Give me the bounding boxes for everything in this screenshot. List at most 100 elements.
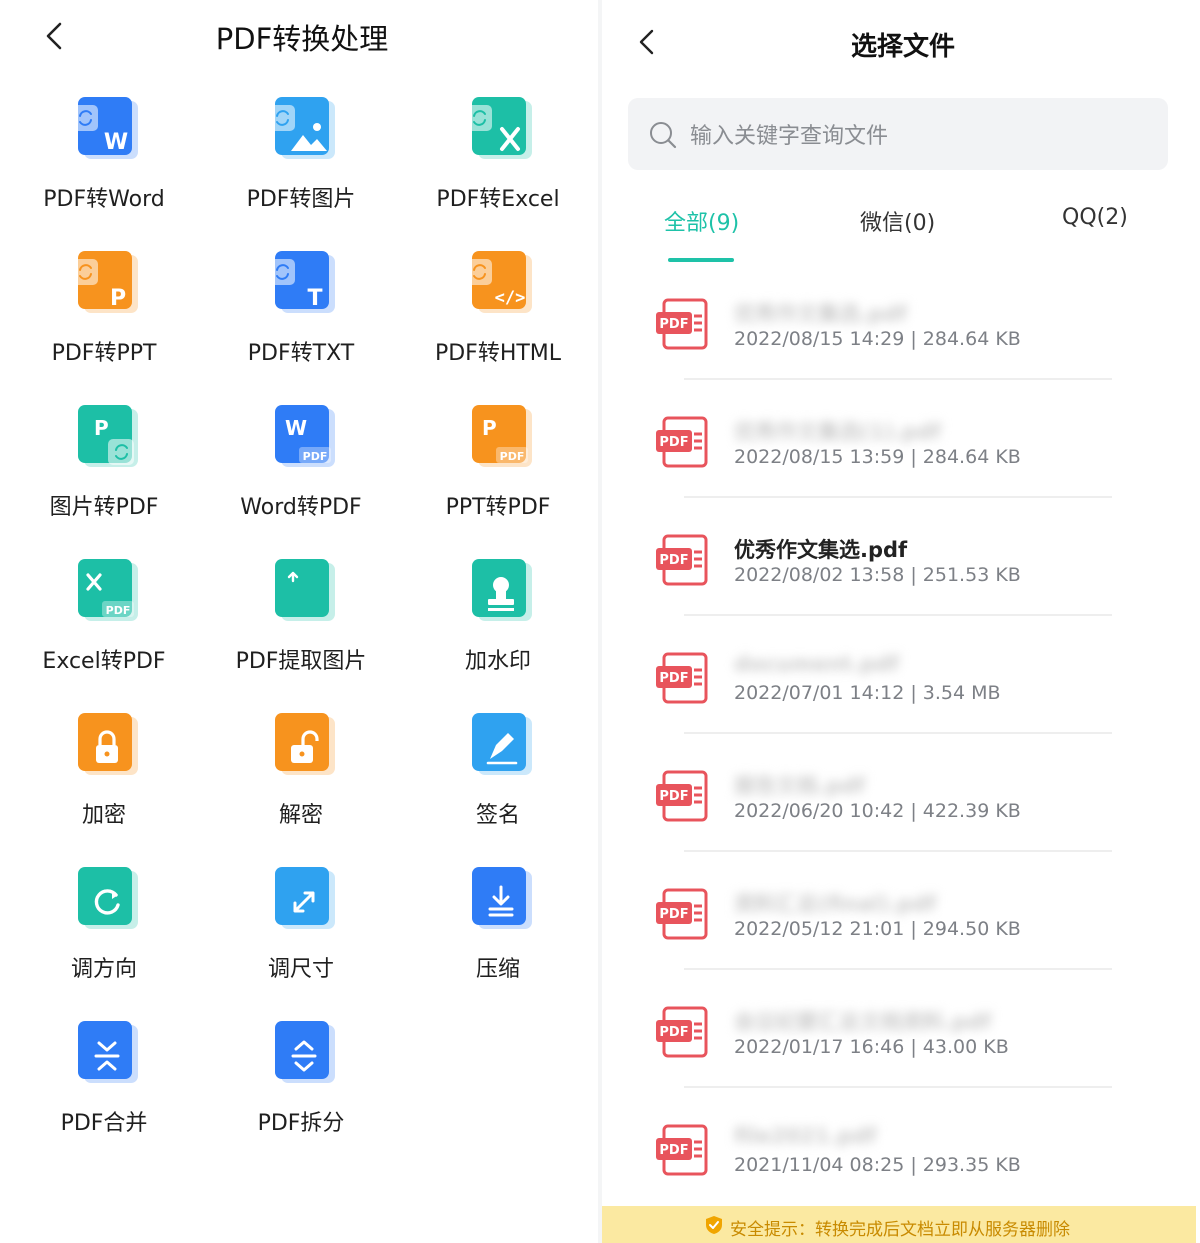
tool-word-to-pdf[interactable]: W PDF Word转PDF	[203, 403, 399, 553]
file-row[interactable]: PDF 优秀作文集选.pdf 2022/08/02 13:58 | 251.53…	[602, 516, 1200, 634]
search-placeholder: 输入关键字查询文件	[690, 124, 889, 149]
tool-rotate[interactable]: 调方向	[6, 865, 202, 1015]
security-notice: 安全提示：转换完成后文档立即从服务器删除	[602, 1206, 1196, 1243]
tool-lock[interactable]: 加密	[6, 711, 202, 861]
tool-pdf-to-html[interactable]: </> PDF转HTML	[400, 249, 596, 399]
meta-separator: |	[904, 328, 923, 350]
tab-qq[interactable]: QQ(2)	[1062, 205, 1128, 230]
tool-compress[interactable]: 压缩	[400, 865, 596, 1015]
shield-check-icon	[706, 1216, 722, 1234]
file-size: 251.53 KB	[922, 564, 1021, 586]
file-row[interactable]: PDF 资料汇总(final).pdf 2022/05/12 21:01 | 2…	[602, 870, 1200, 988]
tool-label: Excel转PDF	[42, 649, 166, 674]
file-select-panel: 选择文件 输入关键字查询文件 全部(9) 微信(0) QQ(2) PDF 优秀作…	[602, 0, 1200, 1243]
excel-to-pdf-icon: PDF	[72, 557, 142, 627]
page-title: 选择文件	[850, 32, 955, 62]
file-name: 优秀作文集选.pdf	[734, 302, 908, 326]
active-tab-indicator	[668, 258, 734, 262]
pdf-file-icon: PDF	[656, 1004, 712, 1060]
file-date: 2022/07/01 14:12	[734, 682, 905, 704]
resize-icon	[269, 865, 339, 935]
svg-text:PDF: PDF	[659, 789, 688, 804]
file-name: 资料汇总(final).pdf	[734, 892, 937, 916]
tool-pdf-to-word[interactable]: W PDF转Word	[6, 95, 202, 245]
file-row[interactable]: PDF 优秀作文集选(1).pdf 2022/08/15 13:59 | 284…	[602, 398, 1200, 516]
file-date: 2022/05/12 21:01	[734, 918, 905, 940]
tool-pdf-to-ppt[interactable]: P PDF转PPT	[6, 249, 202, 399]
pdf-file-icon: PDF	[656, 768, 712, 824]
tool-label: PDF转Excel	[436, 187, 560, 212]
tool-pdf-to-txt[interactable]: T PDF转TXT	[203, 249, 399, 399]
tool-pdf-to-excel[interactable]: PDF转Excel	[400, 95, 596, 245]
tool-label: 解密	[278, 803, 323, 828]
file-meta: 2022/07/01 14:12 | 3.54 MB	[734, 682, 1001, 704]
tool-split[interactable]: PDF拆分	[203, 1019, 399, 1169]
tool-extract-image[interactable]: PDF提取图片	[203, 557, 399, 707]
meta-separator: |	[904, 564, 923, 586]
tool-watermark[interactable]: 加水印	[400, 557, 596, 707]
tool-label: 签名	[475, 803, 520, 828]
pdf-file-icon: PDF	[656, 532, 712, 588]
file-meta: 2022/05/12 21:01 | 294.50 KB	[734, 918, 1021, 940]
tool-signature-pen[interactable]: 签名	[400, 711, 596, 861]
tool-label: PDF转TXT	[247, 341, 355, 366]
tool-label: PDF合并	[60, 1111, 148, 1136]
file-row[interactable]: PDF 报告文档.pdf 2022/06/20 10:42 | 422.39 K…	[602, 752, 1200, 870]
file-date: 2022/08/15 14:29	[734, 328, 905, 350]
file-size: 284.64 KB	[922, 446, 1021, 468]
svg-text:PDF: PDF	[659, 1025, 688, 1040]
svg-text:PDF: PDF	[659, 1143, 688, 1158]
meta-separator: |	[904, 800, 923, 822]
tool-resize[interactable]: 调尺寸	[203, 865, 399, 1015]
file-date: 2022/08/02 13:58	[734, 564, 905, 586]
file-name: document.pdf	[734, 652, 900, 676]
file-date: 2022/06/20 10:42	[734, 800, 905, 822]
file-size: 294.50 KB	[922, 918, 1021, 940]
pdf-to-html-icon: </>	[466, 249, 536, 319]
tool-label: 图片转PDF	[49, 495, 159, 520]
file-name: file2021.pdf	[734, 1124, 877, 1148]
tool-unlock[interactable]: 解密	[203, 711, 399, 861]
pdf-to-image-icon	[269, 95, 339, 165]
pdf-file-icon: PDF	[656, 296, 712, 352]
search-input[interactable]: 输入关键字查询文件	[628, 98, 1168, 170]
meta-separator: |	[904, 1154, 923, 1176]
file-meta: 2022/08/15 14:29 | 284.64 KB	[734, 328, 1021, 350]
file-row[interactable]: PDF 会议纪要汇总文档资料.pdf 2022/01/17 16:46 | 43…	[602, 988, 1200, 1106]
pdf-file-icon: PDF	[656, 1122, 712, 1178]
file-size: 293.35 KB	[922, 1154, 1021, 1176]
file-row[interactable]: PDF 优秀作文集选.pdf 2022/08/15 14:29 | 284.64…	[602, 280, 1200, 398]
tool-merge[interactable]: PDF合并	[6, 1019, 202, 1169]
tab-wechat[interactable]: 微信(0)	[860, 205, 935, 237]
svg-text:PDF: PDF	[659, 671, 688, 686]
row-divider	[684, 378, 1112, 380]
file-name: 优秀作文集选(1).pdf	[734, 420, 941, 444]
tool-excel-to-pdf[interactable]: PDF Excel转PDF	[6, 557, 202, 707]
compress-icon	[466, 865, 536, 935]
security-notice-text: 安全提示：转换完成后文档立即从服务器删除	[730, 1220, 1070, 1240]
word-to-pdf-icon: W PDF	[269, 403, 339, 473]
tool-label: PDF转HTML	[434, 341, 562, 366]
meta-separator: |	[904, 682, 923, 704]
page-title: PDF转换处理	[215, 22, 389, 56]
file-row[interactable]: PDF document.pdf 2022/07/01 14:12 | 3.54…	[602, 634, 1200, 752]
tool-ppt-to-pdf[interactable]: P PDF PPT转PDF	[400, 403, 596, 553]
source-tabs: 全部(9) 微信(0) QQ(2)	[602, 205, 1200, 265]
row-divider	[684, 614, 1112, 616]
svg-text:P: P	[94, 416, 109, 440]
watermark-icon	[466, 557, 536, 627]
tool-label: Word转PDF	[240, 495, 362, 520]
tool-pdf-to-image[interactable]: PDF转图片	[203, 95, 399, 245]
tools-panel: PDF转换处理 W PDF转Word PDF转图片 PDF转Excel P PDF转PPT…	[0, 0, 598, 1243]
svg-text:W: W	[285, 416, 307, 440]
tool-label: 压缩	[475, 957, 520, 982]
svg-text:PDF: PDF	[106, 604, 131, 617]
pdf-to-ppt-icon: P	[72, 249, 142, 319]
search-icon	[650, 122, 677, 149]
tool-label: 加水印	[464, 649, 531, 674]
tool-image-to-pdf[interactable]: P 图片转PDF	[6, 403, 202, 553]
rotate-icon	[72, 865, 142, 935]
svg-text:PDF: PDF	[500, 450, 525, 463]
image-to-pdf-icon: P	[72, 403, 142, 473]
tab-all[interactable]: 全部(9)	[664, 205, 739, 237]
